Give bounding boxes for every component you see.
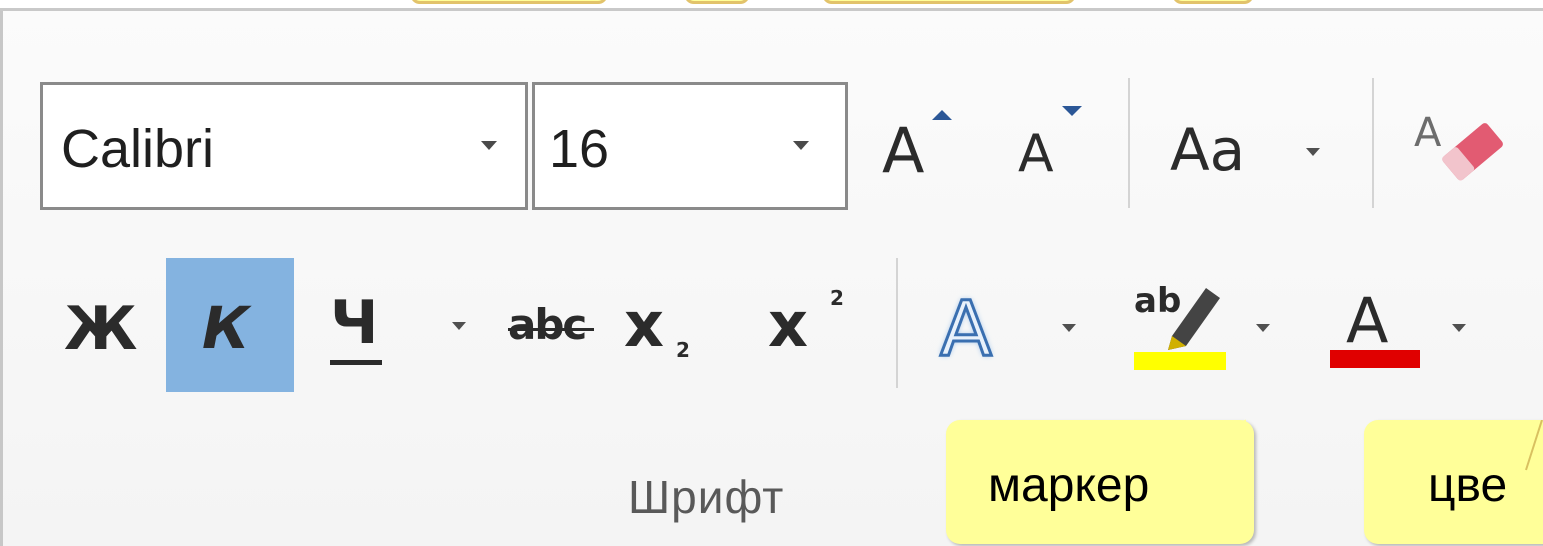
italic-icon: К (202, 294, 250, 362)
chevron-down-icon[interactable] (793, 141, 809, 150)
callout-color: цве (1364, 420, 1543, 544)
chevron-down-icon[interactable] (481, 141, 497, 150)
change-case-button[interactable]: Aa (1164, 96, 1344, 196)
separator (896, 258, 898, 388)
subscript-mark: 2 (676, 338, 690, 362)
clear-formatting-button[interactable]: A (1408, 100, 1512, 190)
underline-button[interactable]: Ч (316, 272, 416, 382)
callout-bubble-top-4 (1172, 0, 1254, 4)
underline-bar (330, 360, 382, 365)
superscript-mark: 2 (830, 286, 844, 310)
callout-marker-text: маркер (988, 459, 1150, 512)
callout-marker: маркер (946, 419, 1254, 544)
separator (1372, 78, 1374, 208)
highlight-marker-icon: ab (1134, 281, 1226, 370)
font-name-value: Calibri (61, 119, 215, 179)
strikethrough-button[interactable]: abc (502, 284, 612, 374)
svg-text:ab: ab (1134, 281, 1181, 321)
text-effects-icon: A (939, 283, 994, 375)
strike-line (508, 328, 594, 331)
group-label: Шрифт (628, 471, 785, 523)
font-size-combo[interactable]: 16 (532, 82, 848, 210)
grow-font-button[interactable]: A (876, 96, 960, 196)
shrink-font-icon: A (1018, 124, 1054, 184)
font-color-button[interactable]: A (1326, 274, 1486, 374)
callout-color-text: цве (1428, 459, 1508, 512)
underline-icon: Ч (330, 288, 379, 358)
change-case-icon: Aa (1170, 116, 1246, 184)
highlight-button[interactable]: ab (1128, 274, 1288, 374)
subscript-button[interactable]: x 2 (616, 272, 724, 382)
bold-button[interactable]: Ж (56, 272, 152, 382)
chevron-down-icon (1306, 148, 1320, 156)
callout-bubble-top-2 (684, 0, 750, 4)
font-size-value: 16 (549, 119, 610, 179)
chevron-down-icon[interactable] (452, 322, 466, 330)
grow-font-icon: A (882, 114, 925, 187)
ribbon-top-border (0, 8, 1543, 11)
superscript-button[interactable]: x 2 (760, 272, 868, 382)
font-name-combo[interactable]: Calibri (40, 82, 528, 210)
subscript-icon: x (624, 288, 664, 361)
separator (1128, 78, 1130, 208)
caret-up-icon (932, 110, 952, 120)
caret-down-icon (1062, 106, 1082, 116)
callout-bubble-top-1 (410, 0, 608, 4)
chevron-down-icon (1256, 324, 1270, 332)
chevron-down-icon (1062, 324, 1076, 332)
italic-button[interactable]: К (166, 258, 294, 392)
bold-icon: Ж (64, 294, 138, 364)
font-color-bar (1330, 350, 1420, 368)
strikethrough-icon: abc (508, 300, 587, 349)
chevron-down-icon (1452, 324, 1466, 332)
font-color-icon: A (1346, 284, 1389, 357)
callout-bubble-top-3 (822, 0, 1076, 4)
text-effects-button[interactable]: A (936, 272, 1096, 382)
clear-formatting-icon: A (1414, 110, 1503, 181)
svg-text:A: A (1414, 110, 1442, 156)
callout-pointer (1514, 420, 1543, 527)
superscript-icon: x (768, 288, 808, 361)
shrink-font-button[interactable]: A (1012, 96, 1096, 196)
